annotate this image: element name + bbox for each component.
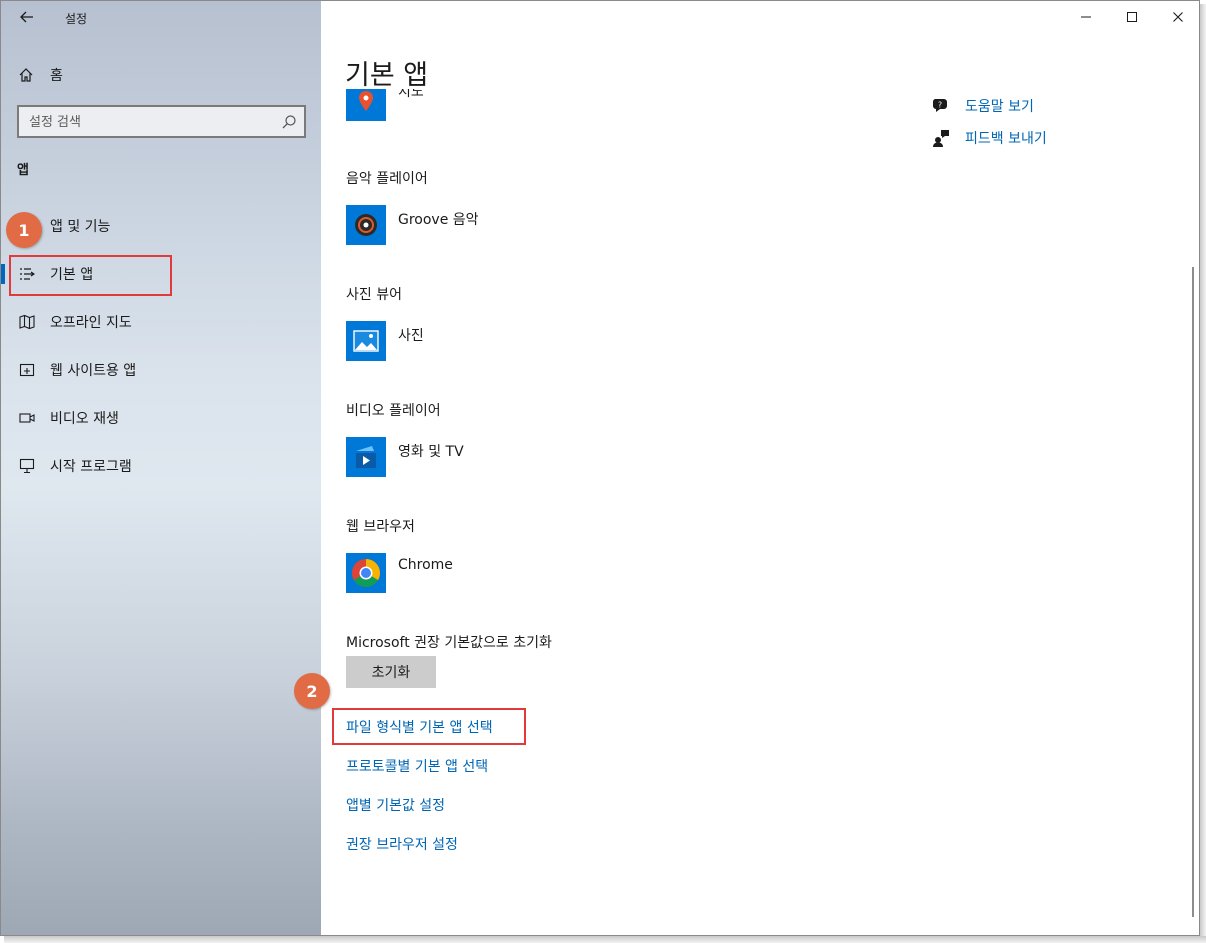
home-icon: [17, 66, 35, 84]
photos-icon: [346, 321, 386, 361]
app-name: Chrome: [398, 557, 453, 573]
sidebar-item-startup[interactable]: 시작 프로그램: [1, 442, 321, 490]
scrollbar[interactable]: [1192, 267, 1194, 917]
default-apps-list: 지도 음악 플레이어 Groove 음악 사진 뷰어 사진 비디오 플레이어 영…: [346, 89, 906, 909]
feedback-label: 피드백 보내기: [965, 131, 1047, 147]
section-title: 앱: [17, 163, 29, 178]
maximize-button[interactable]: [1109, 1, 1155, 33]
help-icon: ?: [931, 96, 951, 116]
feedback-link[interactable]: 피드백 보내기: [931, 127, 1047, 149]
video-playback-icon: [19, 410, 35, 426]
category-label: 웹 브라우저: [346, 519, 415, 535]
movies-tv-icon: [346, 437, 386, 477]
feedback-icon: [931, 128, 951, 148]
app-row-photos[interactable]: 사진: [346, 321, 424, 361]
close-icon: [1173, 12, 1183, 22]
app-row-video[interactable]: 영화 및 TV: [346, 437, 464, 477]
sidebar-item-label: 시작 프로그램: [50, 459, 132, 475]
sidebar: 설정 홈 앱 앱 및 기능: [1, 1, 321, 935]
help-link[interactable]: ? 도움말 보기: [931, 95, 1047, 117]
sidebar-nav: 앱 및 기능 기본 앱 오프라인 지도 웹 사이트용 앱 비디오 재생 시작 프…: [1, 202, 321, 490]
search-box[interactable]: [17, 105, 306, 138]
link-set-defaults-by-app[interactable]: 앱별 기본값 설정: [346, 795, 445, 815]
app-row-music[interactable]: Groove 음악: [346, 205, 479, 245]
app-name: 영화 및 TV: [398, 444, 464, 460]
maximize-icon: [1127, 12, 1137, 22]
search-icon[interactable]: [281, 114, 297, 130]
reset-button[interactable]: 초기화: [346, 656, 436, 688]
sidebar-item-label: 오프라인 지도: [50, 315, 132, 331]
close-button[interactable]: [1155, 1, 1199, 33]
page-title: 기본 앱: [345, 60, 429, 91]
app-name: 사진: [398, 328, 424, 344]
category-label: 사진 뷰어: [346, 287, 402, 303]
sidebar-item-offline-maps[interactable]: 오프라인 지도: [1, 298, 321, 346]
home-label: 홈: [50, 68, 63, 84]
sidebar-item-video-playback[interactable]: 비디오 재생: [1, 394, 321, 442]
back-button[interactable]: [17, 8, 37, 28]
window-controls: [1063, 1, 1199, 33]
highlight-box-default-apps: [9, 255, 172, 296]
maps-icon: [346, 89, 386, 121]
link-choose-by-protocol[interactable]: 프로토콜별 기본 앱 선택: [346, 756, 488, 776]
app-row-maps[interactable]: 지도: [346, 89, 424, 121]
sidebar-item-label: 비디오 재생: [50, 411, 119, 427]
help-label: 도움말 보기: [965, 99, 1034, 115]
chrome-icon: [346, 553, 386, 593]
step-badge-1: 1: [6, 212, 42, 248]
apps-for-websites-icon: [19, 362, 35, 378]
frame-shadow: [4, 936, 1206, 943]
step-badge-2: 2: [294, 673, 330, 709]
groove-music-icon: [346, 205, 386, 245]
sidebar-item-label: 웹 사이트용 앱: [50, 363, 137, 379]
content-pane: 기본 앱 지도 음악 플레이어 Groove 음악 사진 뷰어 사진 비디오 플…: [321, 1, 1199, 935]
window-title: 설정: [65, 12, 88, 26]
sidebar-item-apps-for-websites[interactable]: 웹 사이트용 앱: [1, 346, 321, 394]
highlight-box-file-type-link: [332, 708, 526, 745]
category-label: 음악 플레이어: [346, 171, 428, 187]
category-label: 비디오 플레이어: [346, 403, 441, 419]
svg-text:?: ?: [938, 101, 942, 110]
frame-shadow: [1200, 4, 1206, 940]
app-name: 지도: [398, 89, 424, 100]
reset-description: Microsoft 권장 기본값으로 초기화: [346, 635, 552, 651]
related-links: ? 도움말 보기 피드백 보내기: [931, 95, 1047, 159]
startup-icon: [19, 458, 35, 474]
app-row-browser[interactable]: Chrome: [346, 553, 453, 593]
minimize-button[interactable]: [1063, 1, 1109, 33]
offline-maps-icon: [19, 314, 35, 330]
minimize-icon: [1081, 16, 1091, 18]
search-input[interactable]: [29, 112, 269, 132]
sidebar-item-label: 앱 및 기능: [50, 219, 111, 235]
app-name: Groove 음악: [398, 212, 479, 228]
link-recommended-browser[interactable]: 권장 브라우저 설정: [346, 834, 458, 854]
home-nav[interactable]: 홈: [17, 63, 63, 87]
back-arrow-icon: [20, 11, 33, 23]
sidebar-item-apps-features[interactable]: 앱 및 기능: [1, 202, 321, 250]
settings-window: 설정 홈 앱 앱 및 기능: [0, 0, 1200, 936]
